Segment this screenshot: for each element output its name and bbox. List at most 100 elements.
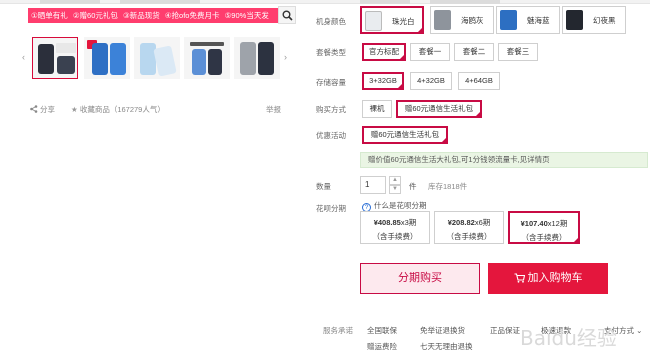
phone-image: [56, 43, 76, 53]
phone-image: [192, 49, 206, 75]
package-option[interactable]: 套餐三: [498, 43, 538, 61]
gallery-thumbnail[interactable]: [234, 37, 280, 79]
gallery-thumbnail[interactable]: [32, 37, 78, 79]
label-image: [190, 42, 224, 46]
stock-count: 库存1818件: [428, 182, 468, 191]
phone-image: [258, 42, 274, 75]
purchase-label: 购买方式: [316, 105, 346, 114]
installment-fee-note: （含手续费）: [521, 233, 567, 242]
promo-item[interactable]: ②赠60元礼包: [73, 11, 118, 20]
service-item[interactable]: 全国联保: [367, 325, 397, 336]
gift-tip: 赠价值60元通信生活大礼包,可1分钱领流量卡,见详情页: [360, 152, 648, 168]
share-bar: 分享 ★ 收藏商品（167279人气） 举报: [30, 104, 282, 116]
share-icon: [30, 105, 38, 113]
color-option[interactable]: 魅海蓝: [496, 6, 560, 34]
installment-period: x12期: [547, 219, 568, 228]
service-item[interactable]: 赠运费险: [367, 341, 397, 352]
quantity-decrease-button[interactable]: ▼: [389, 185, 401, 194]
service-item[interactable]: 正品保证: [490, 325, 520, 336]
gallery-thumbnail[interactable]: [84, 37, 130, 79]
quantity-increase-button[interactable]: ▲: [389, 176, 401, 185]
color-option[interactable]: 珠光白: [360, 6, 424, 34]
color-swatch-image: [434, 10, 451, 30]
installment-fee-note: （含手续费）: [372, 232, 418, 241]
color-option-label: 珠光白: [392, 17, 415, 26]
toolbar-segment: [120, 0, 200, 4]
add-to-cart-label: 加入购物车: [527, 272, 583, 284]
package-label: 套餐类型: [316, 48, 346, 57]
color-swatch-image: [365, 11, 382, 31]
color-option-label: 海鸥灰: [461, 16, 484, 25]
share-link[interactable]: 分享: [30, 104, 55, 115]
installment-amount: ¥107.40: [520, 219, 548, 228]
search-button[interactable]: [278, 6, 296, 24]
package-option[interactable]: 套餐二: [454, 43, 494, 61]
service-item[interactable]: 七天无理由退换: [420, 341, 473, 352]
add-to-cart-button[interactable]: 加入购物车: [488, 263, 608, 294]
cart-icon: [514, 273, 525, 283]
gallery-next-arrow[interactable]: ›: [284, 52, 287, 62]
phone-image: [208, 49, 222, 75]
promotion-label: 优惠活动: [316, 131, 346, 140]
installment-amount: ¥408.85: [373, 218, 401, 227]
favorite-link[interactable]: ★ 收藏商品（167279人气）: [71, 104, 165, 115]
top-toolbar-strip: [0, 0, 650, 4]
toolbar-segment: [360, 0, 410, 4]
huabei-label: 花呗分期: [316, 204, 346, 213]
toolbar-segment: [40, 0, 100, 4]
storage-option[interactable]: 3+32GB: [362, 72, 404, 90]
color-swatch-image: [566, 10, 583, 30]
installment-period: x6期: [474, 218, 491, 227]
phone-image: [92, 43, 108, 75]
phone-image: [240, 42, 256, 75]
package-option[interactable]: 套餐一: [410, 43, 450, 61]
gallery-thumbnail[interactable]: [184, 37, 230, 79]
service-label: 服务承诺: [323, 326, 353, 335]
storage-option[interactable]: 4+64GB: [458, 72, 500, 90]
watermark: Baidu经验: [520, 326, 617, 350]
promo-banner[interactable]: ①晒单有礼 ②赠60元礼包 ③新品现货 ④抢ofo免费月卡 ⑤90%当天发: [28, 8, 278, 23]
popularity-count: （167279人气）: [109, 105, 165, 114]
promotion-option[interactable]: 赠60元通信生活礼包: [362, 126, 448, 144]
search-icon: [282, 10, 293, 21]
purchase-option[interactable]: 裸机: [362, 100, 392, 118]
phone-image: [38, 44, 54, 74]
promo-item[interactable]: ⑤90%当天发: [225, 11, 269, 20]
package-option[interactable]: 官方标配: [362, 43, 406, 61]
share-label: 分享: [40, 105, 55, 114]
installment-buy-button[interactable]: 分期购买: [360, 263, 480, 294]
installment-period: x3期: [400, 218, 417, 227]
promo-item[interactable]: ④抢ofo免费月卡: [165, 11, 220, 20]
promo-item[interactable]: ③新品现货: [123, 11, 160, 20]
color-swatch-image: [500, 10, 517, 30]
installment-plan[interactable]: ¥107.40x12期 （含手续费）: [508, 211, 580, 244]
color-option-label: 幻夜黑: [593, 16, 616, 25]
phone-image: [57, 56, 75, 74]
quantity-input[interactable]: 1: [360, 176, 386, 194]
report-link[interactable]: 举报: [266, 104, 281, 115]
storage-label: 存储容量: [316, 78, 346, 87]
installment-fee-note: （含手续费）: [446, 232, 492, 241]
service-item[interactable]: 免举证退换货: [420, 325, 465, 336]
gallery-thumbnail[interactable]: [134, 37, 180, 79]
color-option[interactable]: 幻夜黑: [562, 6, 626, 34]
storage-option[interactable]: 4+32GB: [410, 72, 452, 90]
installment-plan[interactable]: ¥408.85x3期 （含手续费）: [360, 211, 430, 244]
purchase-option[interactable]: 赠60元通信生活礼包: [396, 100, 482, 118]
phone-image: [110, 43, 126, 75]
promo-item[interactable]: ①晒单有礼: [31, 11, 68, 20]
color-option[interactable]: 海鸥灰: [430, 6, 494, 34]
installment-plan[interactable]: ¥208.82x6期 （含手续费）: [434, 211, 504, 244]
color-label: 机身颜色: [316, 17, 346, 26]
toolbar-segment: [430, 0, 500, 4]
quantity-unit: 件: [409, 182, 417, 191]
huabei-info-label: 什么是花呗分期: [374, 201, 427, 210]
gallery-prev-arrow[interactable]: ‹: [22, 52, 25, 62]
phone-image: [140, 43, 156, 75]
quantity-label: 数量: [316, 182, 331, 191]
installment-amount: ¥208.82: [447, 218, 475, 227]
chevron-down-icon: ⌄: [636, 326, 643, 335]
favorite-label: 收藏商品: [79, 105, 110, 114]
phone-image: [153, 45, 177, 77]
star-icon: ★: [71, 105, 78, 114]
